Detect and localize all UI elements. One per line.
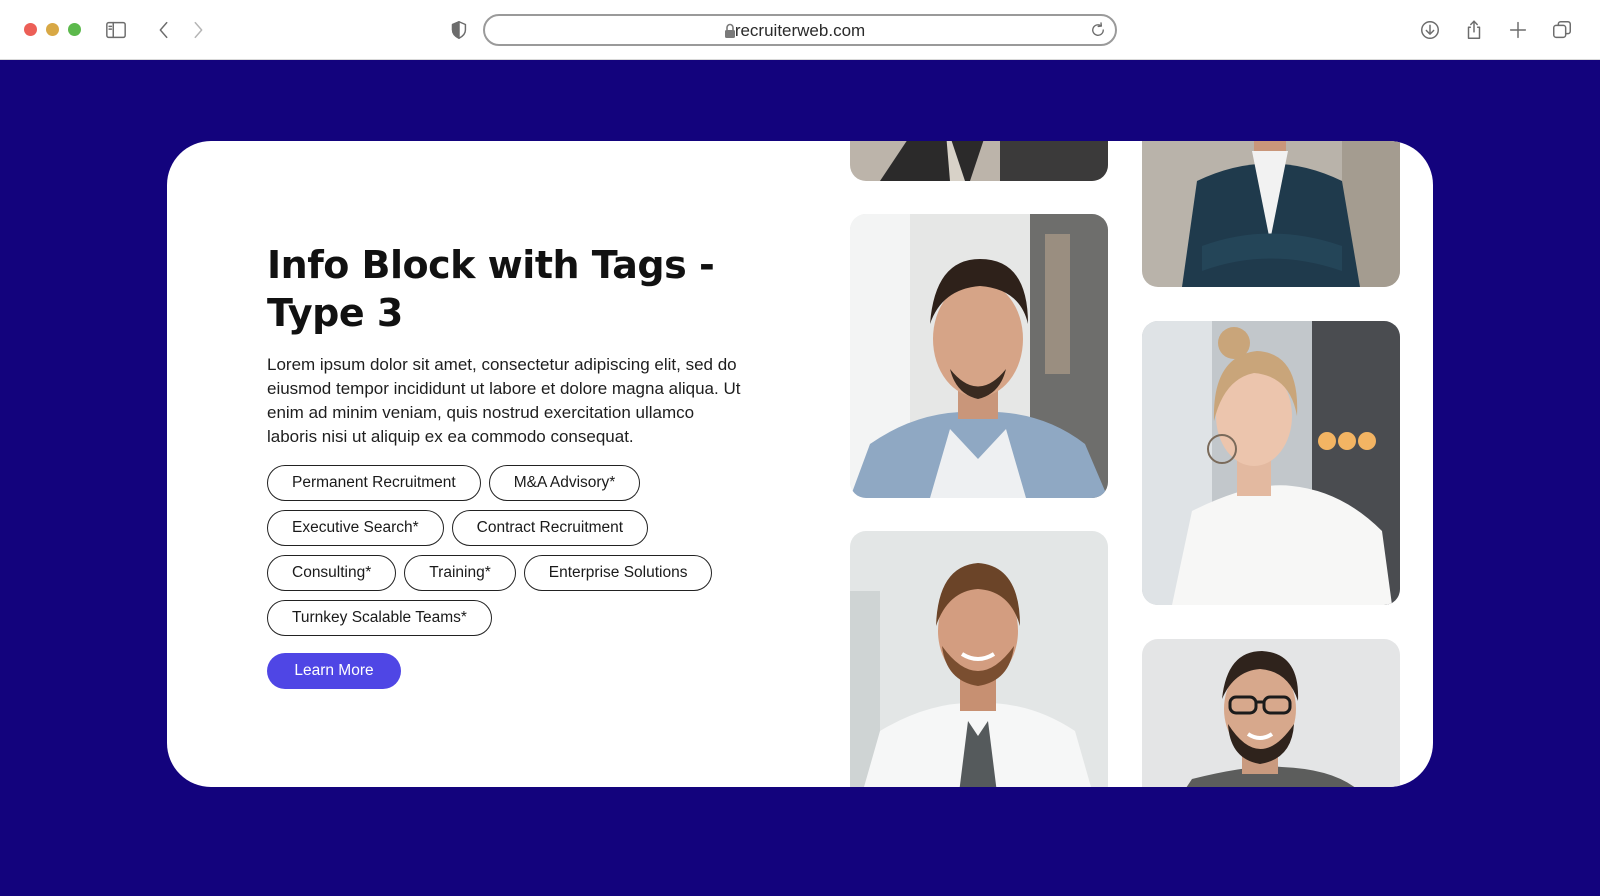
tag-consulting[interactable]: Consulting* <box>267 555 397 591</box>
team-photo-woman-white-blouse <box>1142 321 1400 605</box>
address-bar[interactable]: recruiterweb.com <box>483 14 1117 46</box>
tag-contract-recruitment[interactable]: Contract Recruitment <box>451 510 649 546</box>
tag-enterprise-solutions[interactable]: Enterprise Solutions <box>523 555 713 591</box>
url-text: recruiterweb.com <box>734 21 866 40</box>
page-title: Info Block with Tags - Type 3 <box>267 243 715 335</box>
team-photo-man-glasses <box>1142 639 1400 787</box>
close-window-button[interactable] <box>24 23 37 36</box>
sidebar-icon[interactable] <box>104 18 128 42</box>
team-photo-man-blue-suit <box>1142 141 1400 287</box>
team-photo-man-suit-top <box>850 141 1108 181</box>
shield-icon[interactable] <box>447 18 471 42</box>
description-text: Lorem ipsum dolor sit amet, consectetur … <box>267 355 741 446</box>
minimize-window-button[interactable] <box>46 23 59 36</box>
info-block-card: Info Block with Tags - Type 3 Lorem ipsu… <box>167 141 1433 787</box>
learn-more-button[interactable]: Learn More <box>267 653 401 689</box>
tag-ma-advisory[interactable]: M&A Advisory* <box>488 465 641 501</box>
tag-permanent-recruitment[interactable]: Permanent Recruitment <box>267 465 481 501</box>
tag-turnkey-scalable-teams[interactable]: Turnkey Scalable Teams* <box>267 600 492 636</box>
tag-executive-search[interactable]: Executive Search* <box>267 510 444 546</box>
browser-toolbar: recruiterweb.com <box>0 0 1600 60</box>
back-icon[interactable] <box>152 18 176 42</box>
team-photo-man-smiling-beard <box>850 531 1108 787</box>
new-tab-icon[interactable] <box>1506 18 1530 42</box>
tabs-overview-icon[interactable] <box>1550 18 1574 42</box>
tag-training[interactable]: Training* <box>404 555 516 591</box>
forward-icon[interactable] <box>186 18 210 42</box>
reload-icon[interactable] <box>1089 21 1107 39</box>
tag-list: Permanent Recruitment M&A Advisory* Exec… <box>267 465 747 636</box>
share-icon[interactable] <box>1462 18 1486 42</box>
download-icon[interactable] <box>1418 18 1442 42</box>
maximize-window-button[interactable] <box>68 23 81 36</box>
team-photo-man-denim-shirt <box>850 214 1108 498</box>
